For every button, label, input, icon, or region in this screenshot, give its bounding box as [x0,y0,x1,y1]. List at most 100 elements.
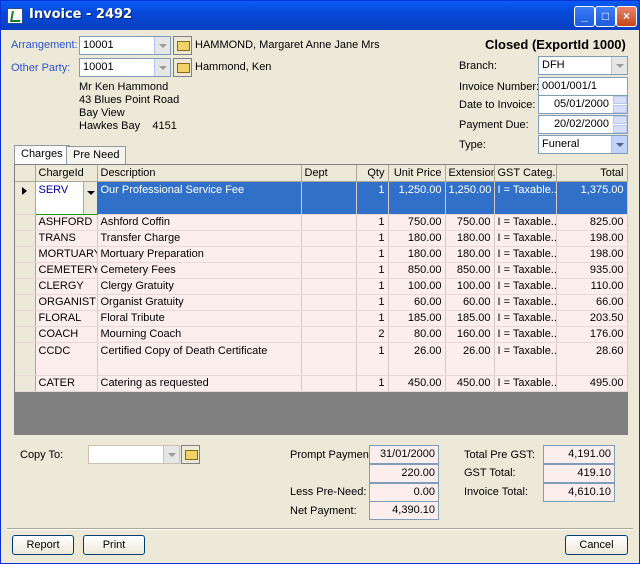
qty-cell[interactable]: 1 [356,310,389,327]
column-header[interactable]: Qty [356,165,389,182]
column-header[interactable]: GST Categ... [494,165,557,182]
gst-total-field[interactable]: 419.10 [543,464,615,483]
table-row[interactable]: ASHFORD Ashford Coffin 1 750.00 750.00 I… [15,214,628,231]
gst-category-cell[interactable]: I = Taxable... [494,294,557,311]
dept-cell[interactable] [301,246,357,263]
date-to-invoice-field[interactable]: 05/01/2000 [538,95,628,114]
dept-cell[interactable] [301,262,357,279]
chevron-down-icon[interactable] [611,57,627,74]
total-cell[interactable]: 198.00 [556,246,628,263]
branch-combo[interactable]: DFH [538,56,628,75]
column-header[interactable]: ChargeId [35,165,98,182]
extension-cell[interactable]: 850.00 [445,262,495,279]
gst-category-cell[interactable]: I = Taxable... [494,278,557,295]
table-row[interactable]: CEMETERY Cemetery Fees 1 850.00 850.00 I… [15,262,628,279]
unit-price-cell[interactable]: 180.00 [388,246,446,263]
charges-grid[interactable]: ChargeId Description Dept Qty Unit Price… [14,164,628,435]
description-cell[interactable]: Clergy Gratuity [97,278,302,295]
dept-cell[interactable] [301,326,357,343]
dept-cell[interactable] [301,278,357,295]
total-pre-gst-field[interactable]: 4,191.00 [543,445,615,464]
other-party-lookup-folder-icon[interactable] [173,58,192,77]
copy-to-combo[interactable] [88,445,180,464]
minimize-button[interactable]: _ [574,6,595,27]
description-cell[interactable]: Certified Copy of Death Certificate [97,342,302,376]
charge-id-cell[interactable]: MORTUARY [35,246,98,263]
cancel-button[interactable]: Cancel [565,535,628,555]
dept-cell[interactable] [301,230,357,247]
close-button[interactable]: × [616,6,637,27]
dept-cell[interactable] [301,294,357,311]
chevron-down-icon[interactable] [611,136,627,153]
payment-due-field[interactable]: 20/02/2000 [538,115,628,134]
unit-price-cell[interactable]: 180.00 [388,230,446,247]
extension-cell[interactable]: 60.00 [445,294,495,311]
gst-category-cell[interactable]: I = Taxable... [494,262,557,279]
extension-cell[interactable]: 180.00 [445,246,495,263]
description-cell[interactable]: Cemetery Fees [97,262,302,279]
unit-price-cell[interactable]: 26.00 [388,342,446,376]
total-cell[interactable]: 110.00 [556,278,628,295]
extension-cell[interactable]: 1,250.00 [445,181,495,215]
unit-price-cell[interactable]: 60.00 [388,294,446,311]
gst-category-cell[interactable]: I = Taxable... [494,230,557,247]
dept-cell[interactable] [301,342,357,376]
total-cell[interactable]: 28.60 [556,342,628,376]
arrangement-label[interactable]: Arrangement: [11,39,78,51]
charge-id-cell[interactable]: CATER [35,375,98,392]
gst-category-cell[interactable]: I = Taxable... [494,246,557,263]
chevron-down-icon[interactable] [154,37,170,54]
charge-id-cell[interactable]: ASHFORD [35,214,98,231]
description-cell[interactable]: Organist Gratuity [97,294,302,311]
prompt-payment-amount-field[interactable]: 220.00 [369,464,439,483]
table-row[interactable]: CLERGY Clergy Gratuity 1 100.00 100.00 I… [15,278,628,295]
gst-category-cell[interactable]: I = Taxable... [494,181,557,215]
gst-category-cell[interactable]: I = Taxable... [494,214,557,231]
total-cell[interactable]: 1,375.00 [556,181,628,215]
unit-price-cell[interactable]: 750.00 [388,214,446,231]
net-payment-field[interactable]: 4,390.10 [369,501,439,520]
qty-cell[interactable]: 1 [356,294,389,311]
table-row-selected[interactable]: SERV Our Professional Service Fee 1 1,25… [15,180,628,215]
table-row[interactable]: CCDC Certified Copy of Death Certificate… [15,342,628,376]
chevron-down-icon[interactable] [82,182,96,213]
chevron-down-icon[interactable] [154,59,170,76]
total-cell[interactable]: 66.00 [556,294,628,311]
qty-cell[interactable]: 1 [356,230,389,247]
extension-cell[interactable]: 100.00 [445,278,495,295]
print-button[interactable]: Print [83,535,145,555]
extension-cell[interactable]: 450.00 [445,375,495,392]
qty-cell[interactable]: 1 [356,246,389,263]
unit-price-cell[interactable]: 1,250.00 [388,181,446,215]
qty-cell[interactable]: 1 [356,181,389,215]
unit-price-cell[interactable]: 100.00 [388,278,446,295]
total-cell[interactable]: 825.00 [556,214,628,231]
qty-cell[interactable]: 1 [356,262,389,279]
table-row[interactable]: FLORAL Floral Tribute 1 185.00 185.00 I … [15,310,628,327]
tab-charges[interactable]: Charges [14,145,70,165]
table-row[interactable]: CATER Catering as requested 1 450.00 450… [15,375,628,392]
qty-cell[interactable]: 1 [356,342,389,376]
due-spinner[interactable] [613,116,627,133]
total-cell[interactable]: 176.00 [556,326,628,343]
table-row[interactable]: ORGANIST Organist Gratuity 1 60.00 60.00… [15,294,628,311]
charge-id-cell[interactable]: CEMETERY [35,262,98,279]
invoice-number-field[interactable]: 0001/001/1 [538,77,628,96]
unit-price-cell[interactable]: 185.00 [388,310,446,327]
column-header[interactable]: Total [556,165,628,182]
total-cell[interactable]: 198.00 [556,230,628,247]
report-button[interactable]: Report [12,535,74,555]
description-cell[interactable]: Our Professional Service Fee [97,181,302,215]
charge-id-cell[interactable]: SERV [34,180,98,215]
qty-cell[interactable]: 1 [356,214,389,231]
description-cell[interactable]: Mortuary Preparation [97,246,302,263]
total-cell[interactable]: 495.00 [556,375,628,392]
charge-id-cell[interactable]: COACH [35,326,98,343]
charge-id-cell[interactable]: CCDC [35,342,98,376]
prompt-payment-date-field[interactable]: 31/01/2000 [369,445,439,464]
title-bar[interactable]: Invoice - 2492 _ □ × [1,1,639,30]
charge-id-cell[interactable]: FLORAL [35,310,98,327]
gst-category-cell[interactable]: I = Taxable... [494,375,557,392]
qty-cell[interactable]: 1 [356,278,389,295]
description-cell[interactable]: Transfer Charge [97,230,302,247]
